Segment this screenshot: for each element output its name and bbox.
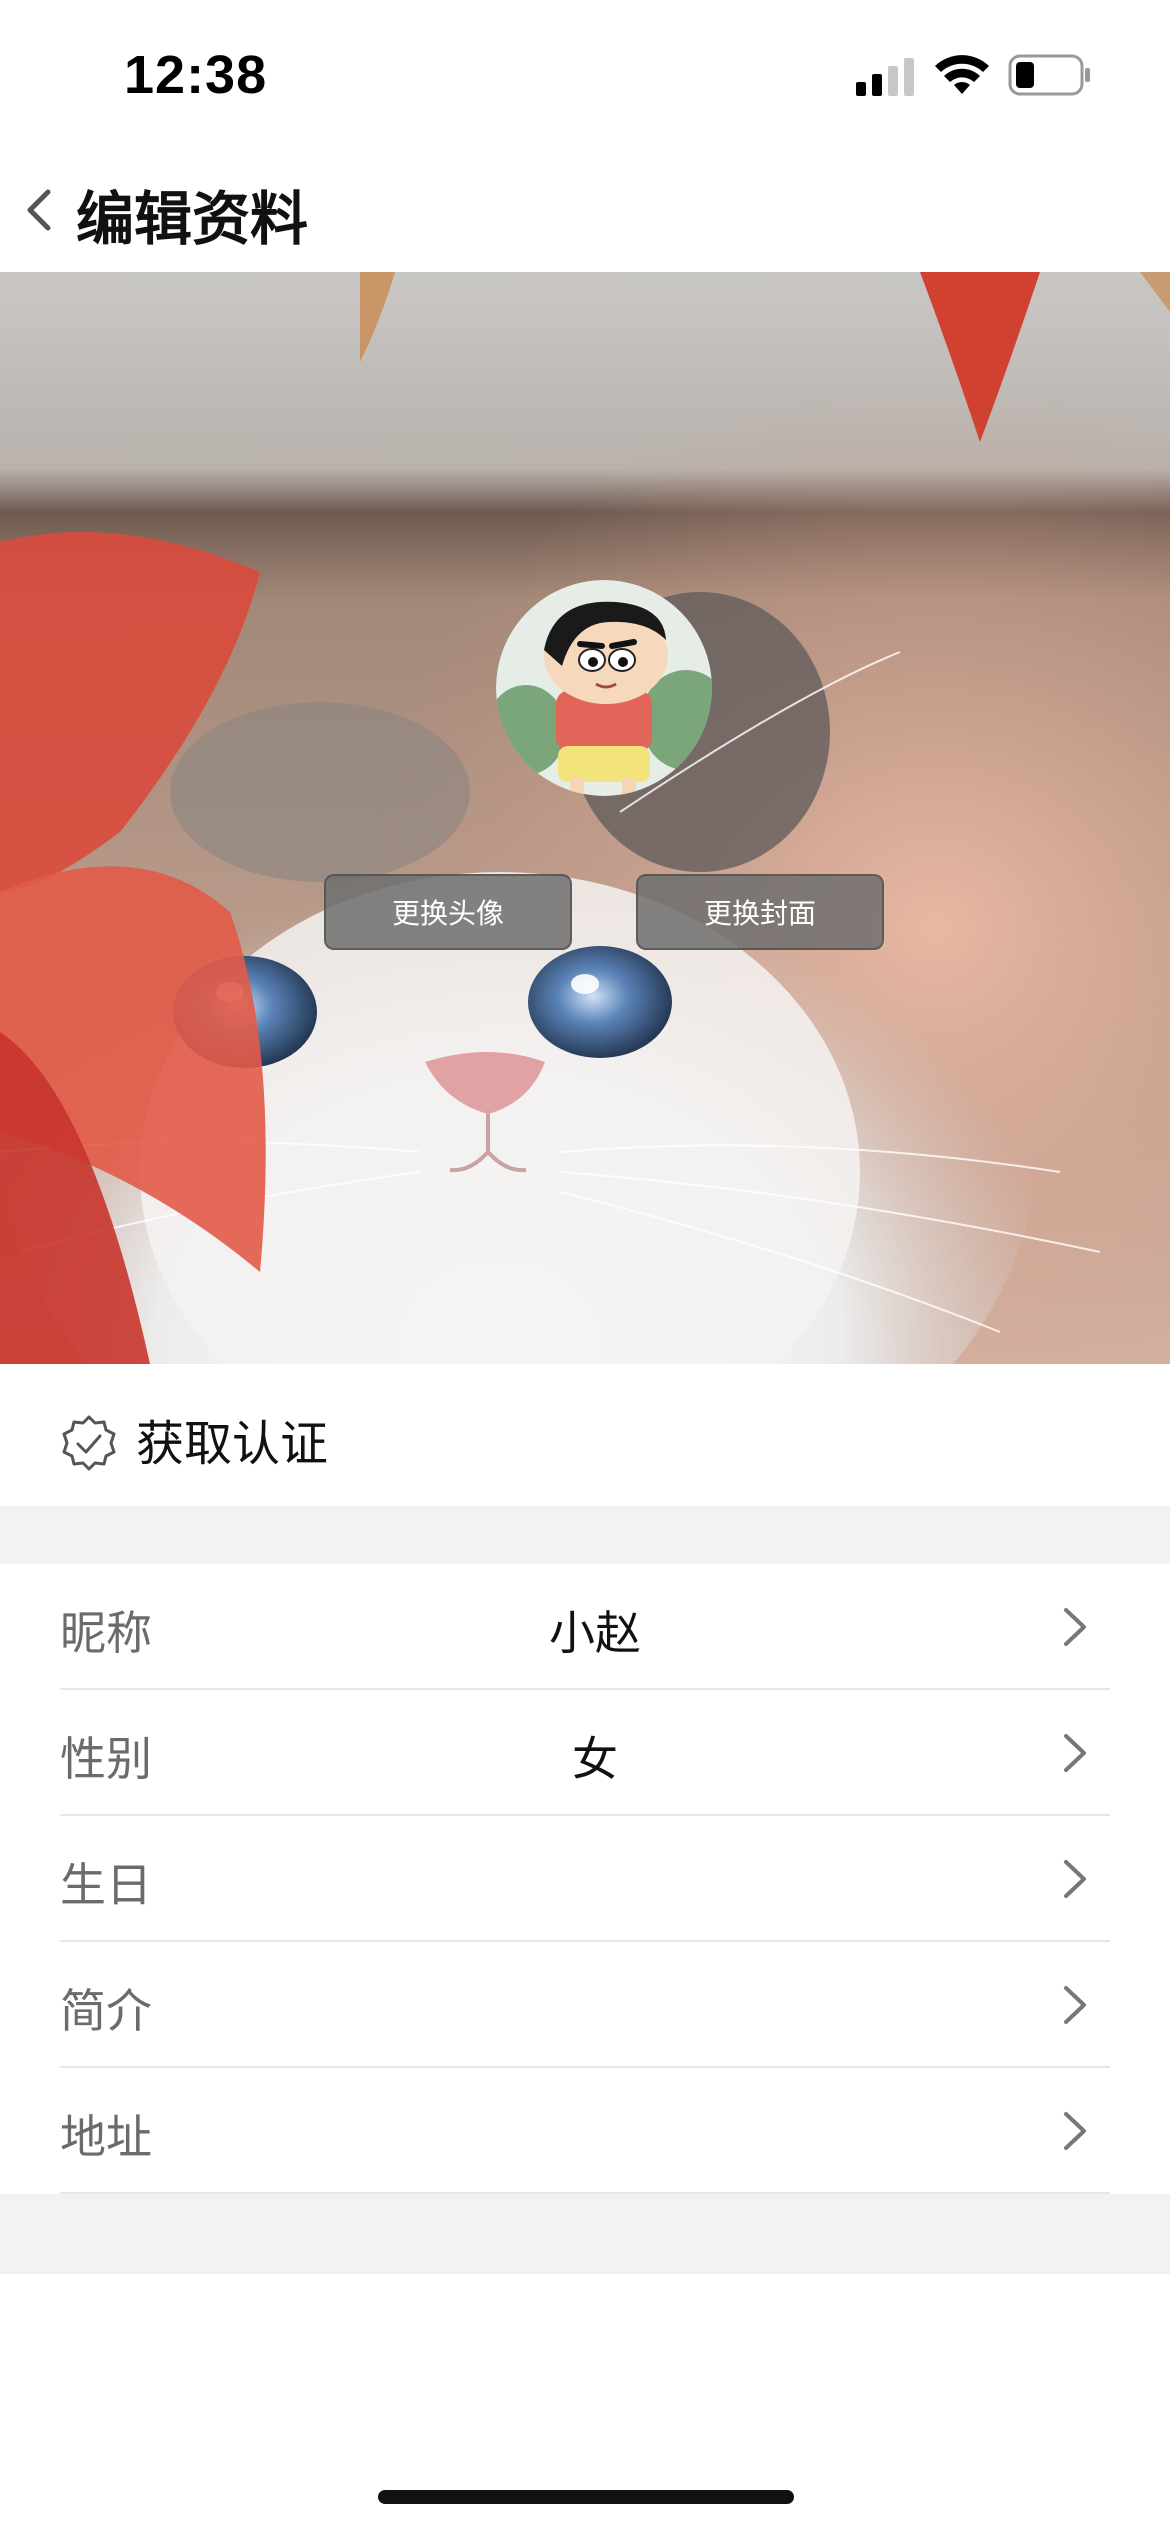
bottom-section-gap xyxy=(0,2194,1170,2274)
chevron-right-icon xyxy=(1064,1608,1086,1646)
field-row-address[interactable]: 地址 xyxy=(0,2068,1170,2194)
cover-image[interactable]: 更换头像 更换封面 xyxy=(0,272,1170,1364)
field-label: 地址 xyxy=(60,2110,152,2164)
get-certification-row[interactable]: 获取认证 xyxy=(0,1364,1170,1506)
field-row-birthday[interactable]: 生日 xyxy=(0,1816,1170,1942)
field-label: 生日 xyxy=(60,1858,152,1912)
profile-field-list: 昵称 小赵 性别 女 生日 简介 地址 xyxy=(0,1564,1170,2194)
field-label: 简介 xyxy=(60,1984,152,2038)
page-title: 编辑资料 xyxy=(76,185,309,253)
cover-photo xyxy=(0,272,1170,1364)
field-row-bio[interactable]: 简介 xyxy=(0,1942,1170,2068)
section-divider xyxy=(0,1506,1170,1564)
avatar[interactable] xyxy=(496,580,712,796)
home-indicator[interactable] xyxy=(378,2490,794,2504)
nav-bar: 编辑资料 xyxy=(0,150,1170,272)
field-row-nickname[interactable]: 昵称 小赵 xyxy=(0,1564,1170,1690)
change-cover-button[interactable]: 更换封面 xyxy=(636,874,884,950)
change-avatar-button[interactable]: 更换头像 xyxy=(324,874,572,950)
cellular-signal-icon xyxy=(856,58,914,96)
field-value: 小赵 xyxy=(549,1606,641,1660)
wifi-icon xyxy=(935,55,989,94)
field-row-gender[interactable]: 性别 女 xyxy=(0,1690,1170,1816)
chevron-right-icon xyxy=(1064,2112,1086,2150)
field-value: 女 xyxy=(572,1732,618,1786)
chevron-left-icon[interactable] xyxy=(18,178,58,242)
status-time: 12:38 xyxy=(124,45,268,105)
verified-badge-icon xyxy=(62,1415,116,1471)
battery-icon xyxy=(1008,54,1090,96)
chevron-right-icon xyxy=(1064,1734,1086,1772)
get-certification-label: 获取认证 xyxy=(136,1416,329,1472)
chevron-right-icon xyxy=(1064,1860,1086,1898)
status-bar: 12:38 xyxy=(0,0,1170,150)
chevron-right-icon xyxy=(1064,1986,1086,2024)
avatar-image xyxy=(496,580,712,796)
